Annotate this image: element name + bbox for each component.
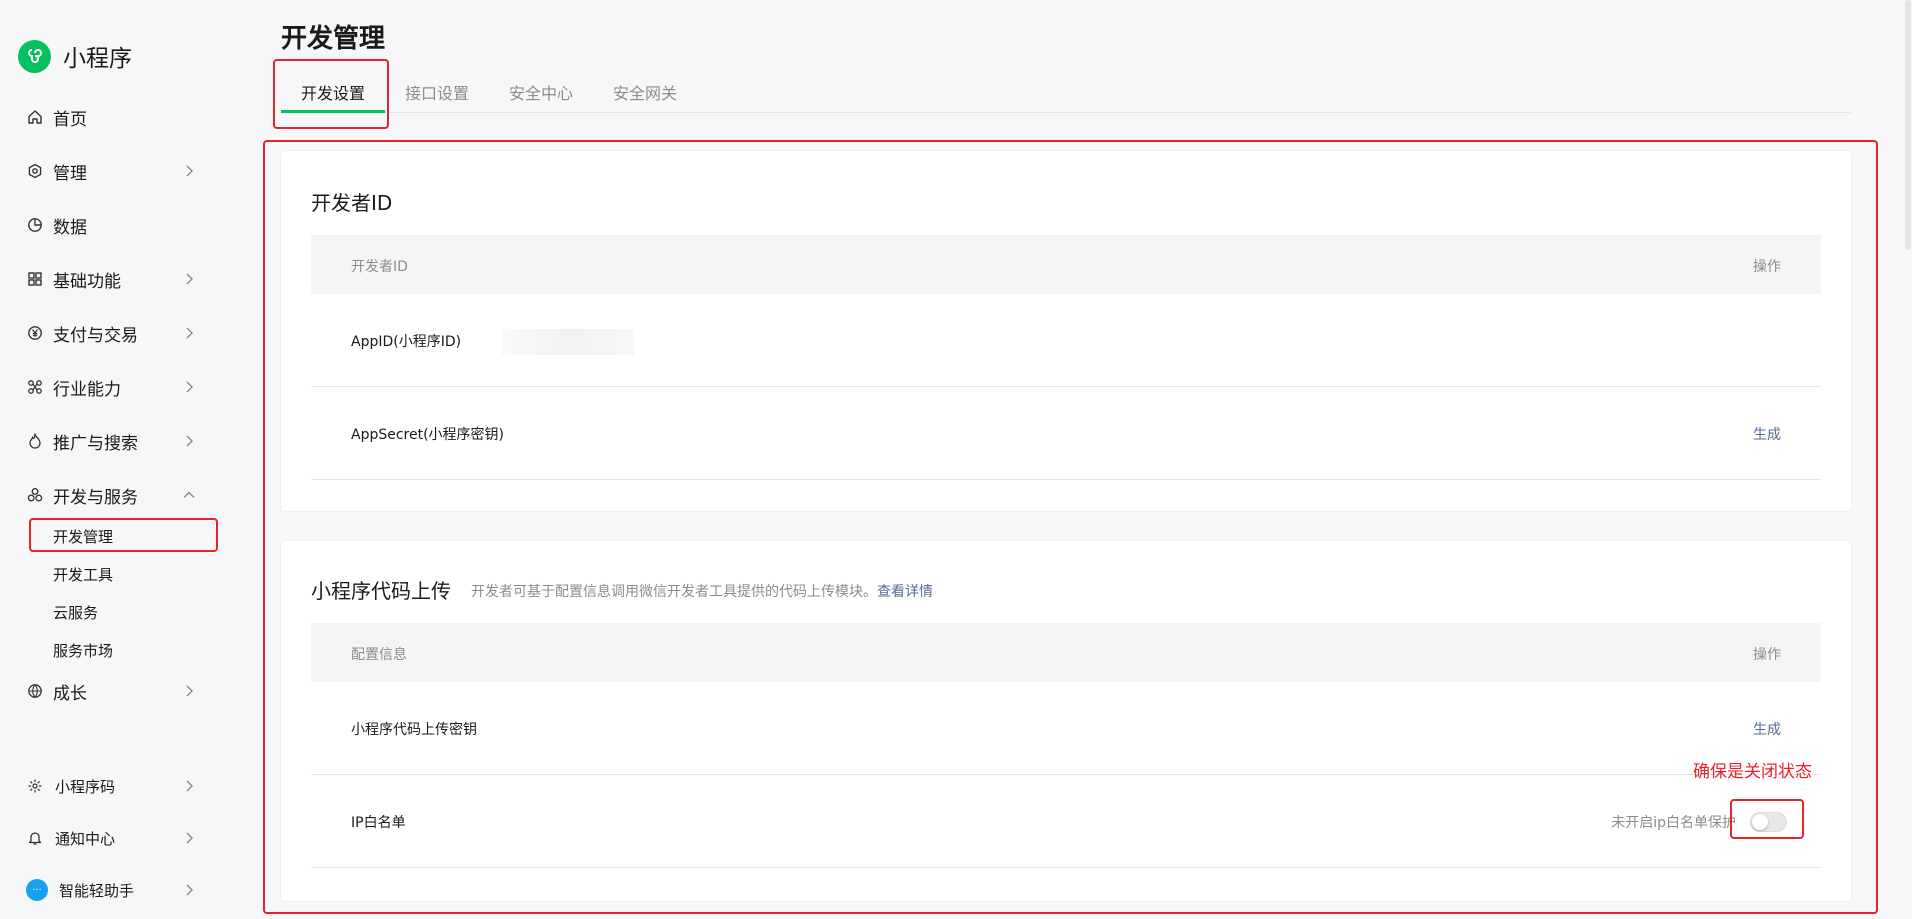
cluster-icon <box>26 486 44 504</box>
sidebar-subitem-cloud[interactable]: 云服务 <box>53 602 98 623</box>
toggle-status-text: 未开启ip白名单保护 <box>1611 815 1736 831</box>
row-label: 小程序代码上传密钥 <box>351 722 477 738</box>
sidebar-item-label: 开发与服务 <box>53 487 138 508</box>
card-title: 小程序代码上传 <box>311 579 451 603</box>
chevron-right-icon <box>186 685 193 697</box>
sidebar-item-growth[interactable]: 成长 <box>26 676 196 706</box>
column-header: 操作 <box>1753 647 1781 663</box>
row-label: AppSecret(小程序密钥) <box>351 427 505 443</box>
sidebar-item-label: 成长 <box>53 683 87 704</box>
nodes-icon <box>26 378 44 396</box>
column-header: 配置信息 <box>351 647 407 663</box>
yen-circle-icon <box>26 324 44 342</box>
tab-security-center[interactable]: 安全中心 <box>509 80 573 104</box>
table-header: 开发者ID 操作 <box>311 235 1821 294</box>
grid-icon <box>26 270 44 288</box>
active-tab-indicator <box>281 110 385 113</box>
code-icon <box>26 777 44 795</box>
sidebar-item-home[interactable]: 首页 <box>26 102 196 132</box>
chevron-right-icon <box>186 832 193 844</box>
tab-interface-settings[interactable]: 接口设置 <box>405 80 469 104</box>
view-details-link[interactable]: 查看详情 <box>877 584 933 600</box>
sidebar-item-label: 首页 <box>53 109 87 130</box>
masked-appid-value <box>501 329 634 355</box>
sidebar-item-manage[interactable]: 管理 <box>26 156 196 186</box>
card-title: 开发者ID <box>311 191 393 215</box>
generate-appsecret-link[interactable]: 生成 <box>1753 424 1781 444</box>
card-subtitle: 开发者可基于配置信息调用微信开发者工具提供的代码上传模块。查看详情 <box>471 581 933 601</box>
code-upload-card: 小程序代码上传 开发者可基于配置信息调用微信开发者工具提供的代码上传模块。查看详… <box>281 541 1851 901</box>
chevron-right-icon <box>186 381 193 393</box>
sidebar-item-assistant[interactable]: ··· 智能轻助手 <box>26 875 196 905</box>
table-row-appsecret: AppSecret(小程序密钥) 生成 <box>311 387 1821 480</box>
chevron-right-icon <box>186 327 193 339</box>
sidebar-item-label: 行业能力 <box>53 379 121 400</box>
miniprogram-logo-icon <box>18 39 51 73</box>
ip-whitelist-toggle-group: 未开启ip白名单保护 <box>1611 812 1787 832</box>
table-row-ip-whitelist: IP白名单 未开启ip白名单保护 <box>311 775 1821 868</box>
assistant-avatar: ··· <box>26 879 48 901</box>
globe-layers-icon <box>26 682 44 700</box>
generate-upload-key-link[interactable]: 生成 <box>1753 719 1781 739</box>
sidebar-subitem-dev-tools[interactable]: 开发工具 <box>53 564 113 585</box>
flame-icon <box>26 432 44 450</box>
sidebar-item-basic-functions[interactable]: 基础功能 <box>26 264 196 294</box>
sidebar-item-label: 支付与交易 <box>53 325 138 346</box>
scrollbar-thumb[interactable] <box>1905 0 1911 250</box>
card-subtitle-text: 开发者可基于配置信息调用微信开发者工具提供的代码上传模块。 <box>471 584 877 600</box>
table-header: 配置信息 操作 <box>311 623 1821 682</box>
sidebar-item-notifications[interactable]: 通知中心 <box>26 823 196 853</box>
page-title: 开发管理 <box>281 24 386 54</box>
sidebar-item-dev-services[interactable]: 开发与服务 <box>26 480 196 510</box>
row-label: AppID(小程序ID) <box>351 334 462 350</box>
sidebar-item-qrcode[interactable]: 小程序码 <box>26 771 196 801</box>
sidebar: 小程序 首页 管理 数据 基础功能 支付与交易 行业能力 推广与搜索 开发与服务… <box>0 0 260 919</box>
app-name: 小程序 <box>63 46 132 72</box>
column-header: 开发者ID <box>351 259 408 275</box>
sidebar-item-label: 智能轻助手 <box>59 881 135 900</box>
column-header: 操作 <box>1753 259 1781 275</box>
table-row-appid: AppID(小程序ID) <box>311 294 1821 387</box>
developer-id-card: 开发者ID 开发者ID 操作 AppID(小程序ID) AppSecret(小程… <box>281 151 1851 511</box>
sidebar-item-payment[interactable]: 支付与交易 <box>26 318 196 348</box>
pie-chart-icon <box>26 216 44 234</box>
ip-whitelist-toggle[interactable] <box>1750 812 1787 832</box>
sidebar-subitem-market[interactable]: 服务市场 <box>53 640 113 661</box>
sidebar-item-label: 数据 <box>53 217 87 238</box>
tab-dev-settings[interactable]: 开发设置 <box>301 80 365 104</box>
sidebar-item-industry[interactable]: 行业能力 <box>26 372 196 402</box>
sidebar-item-data[interactable]: 数据 <box>26 210 196 240</box>
sidebar-item-label: 管理 <box>53 163 87 184</box>
sidebar-item-label: 基础功能 <box>53 271 121 292</box>
chevron-right-icon <box>186 884 193 896</box>
hexagon-settings-icon <box>26 162 44 180</box>
chevron-up-icon <box>183 491 195 498</box>
annotation-text: 确保是关闭状态 <box>1693 762 1812 782</box>
scrollbar[interactable] <box>1904 0 1912 919</box>
bell-icon <box>26 829 44 847</box>
row-label: IP白名单 <box>351 815 406 831</box>
home-icon <box>26 108 44 126</box>
chevron-right-icon <box>186 780 193 792</box>
app-logo[interactable]: 小程序 <box>18 39 132 73</box>
sidebar-item-label: 推广与搜索 <box>53 433 138 454</box>
chevron-right-icon <box>186 165 193 177</box>
table-row-upload-key: 小程序代码上传密钥 生成 <box>311 682 1821 775</box>
tab-bar: 开发设置 接口设置 安全中心 安全网关 <box>281 76 1851 113</box>
chevron-right-icon <box>186 273 193 285</box>
sidebar-subitem-dev-manage[interactable]: 开发管理 <box>53 526 113 547</box>
chevron-right-icon <box>186 435 193 447</box>
sidebar-item-label: 通知中心 <box>55 829 116 848</box>
sidebar-item-promotion[interactable]: 推广与搜索 <box>26 426 196 456</box>
sidebar-item-label: 小程序码 <box>55 777 116 796</box>
toggle-knob <box>1752 814 1768 830</box>
tab-security-gateway[interactable]: 安全网关 <box>613 80 677 104</box>
